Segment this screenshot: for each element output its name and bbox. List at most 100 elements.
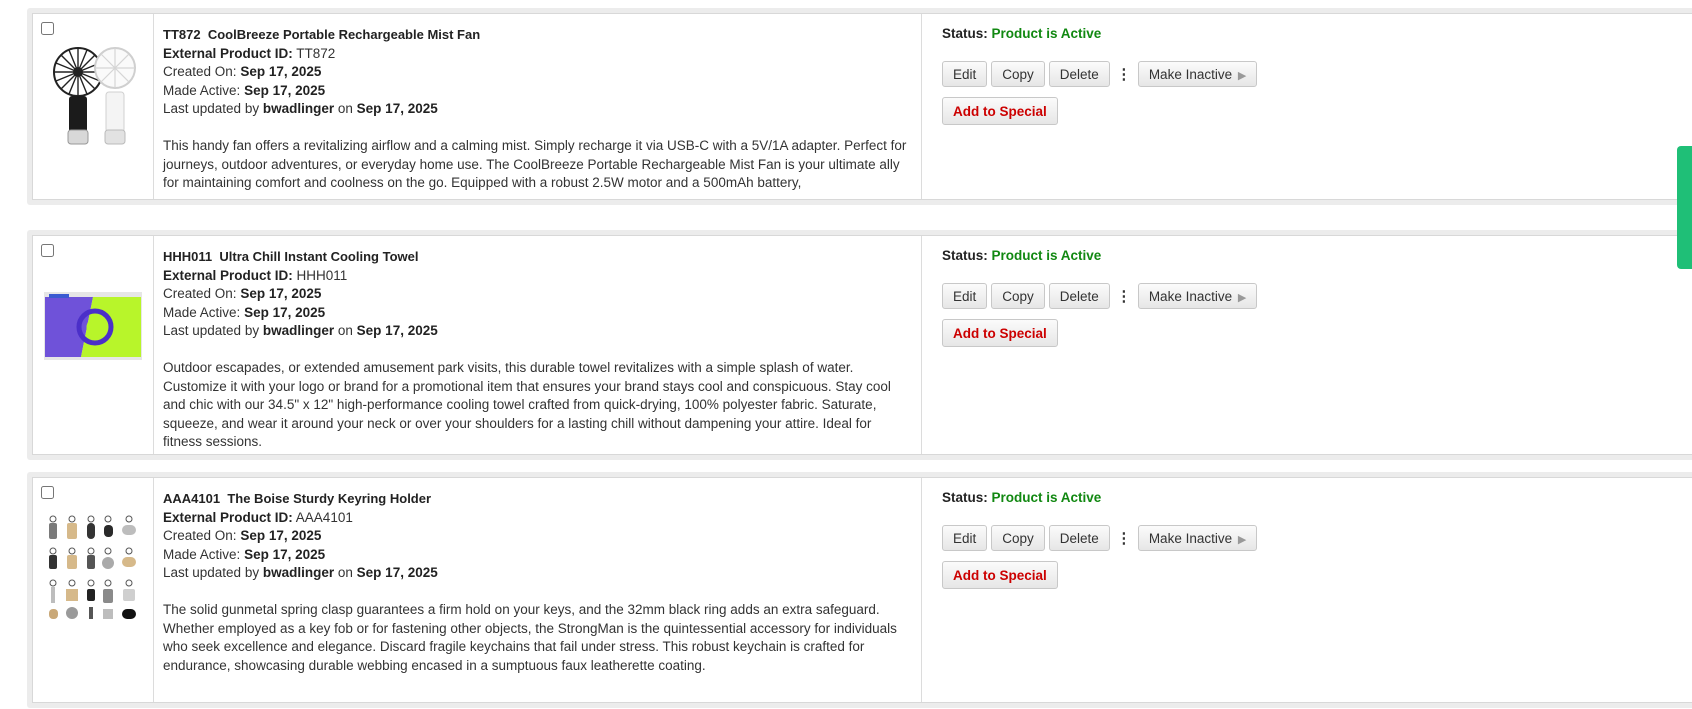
make-inactive-button[interactable]: Make Inactive ▶: [1137, 61, 1258, 87]
product-select-checkbox[interactable]: [41, 22, 54, 35]
external-id-label: External Product ID:: [163, 509, 293, 525]
product-description: The solid gunmetal spring clasp guarante…: [163, 602, 897, 673]
created-label: Created On:: [163, 286, 237, 301]
product-actions-column: Status: Product is Active Edit Copy Dele…: [932, 478, 1692, 702]
last-updated-row: Last updated by bwadlinger on Sep 17, 20…: [163, 100, 911, 119]
product-sku: HHH011: [163, 249, 213, 264]
product-thumbnail-column: [33, 14, 154, 199]
external-id-value: HHH011: [296, 267, 348, 283]
edit-button[interactable]: Edit: [942, 283, 988, 309]
made-active-row: Made Active: Sep 17, 2025: [163, 304, 911, 323]
side-feedback-tab[interactable]: [1677, 146, 1692, 269]
product-card-inner: AAA4101 The Boise Sturdy Keyring Holder …: [32, 477, 1692, 703]
updated-on-word: on: [337, 565, 353, 580]
status-value: Product is Active: [991, 26, 1102, 41]
product-title[interactable]: TT872 CoolBreeze Portable Rechargeable M…: [163, 26, 911, 45]
action-button-row: Edit Copy Delete ⋮ Make Inactive ▶: [942, 60, 1261, 88]
external-id-label: External Product ID:: [163, 45, 293, 61]
product-select-checkbox[interactable]: [41, 244, 54, 257]
made-active-value: Sep 17, 2025: [244, 546, 326, 562]
product-card: HHH011 Ultra Chill Instant Cooling Towel…: [27, 230, 1692, 460]
product-info-column: TT872 CoolBreeze Portable Rechargeable M…: [153, 14, 922, 199]
updated-prefix: Last updated by: [163, 565, 260, 580]
status-value: Product is Active: [991, 490, 1102, 505]
product-actions-column: Status: Product is Active Edit Copy Dele…: [932, 236, 1692, 454]
edit-button[interactable]: Edit: [942, 61, 988, 87]
product-name: CoolBreeze Portable Rechargeable Mist Fa…: [207, 27, 481, 42]
play-arrow-icon: ▶: [1237, 292, 1247, 304]
copy-button[interactable]: Copy: [991, 525, 1045, 551]
make-inactive-button[interactable]: Make Inactive ▶: [1137, 283, 1258, 309]
external-id-value: TT872: [296, 45, 336, 61]
make-inactive-label: Make Inactive: [1148, 531, 1233, 546]
more-options-icon[interactable]: ⋮: [1114, 65, 1134, 83]
made-active-row: Made Active: Sep 17, 2025: [163, 82, 911, 101]
mist-fan-image: [53, 47, 136, 145]
product-title[interactable]: HHH011 Ultra Chill Instant Cooling Towel: [163, 248, 911, 267]
copy-button[interactable]: Copy: [991, 61, 1045, 87]
created-value: Sep 17, 2025: [240, 528, 322, 543]
play-arrow-icon: ▶: [1237, 534, 1247, 546]
updated-on: Sep 17, 2025: [356, 323, 438, 338]
delete-button[interactable]: Delete: [1048, 525, 1110, 551]
updated-on-word: on: [337, 323, 353, 338]
product-description: Outdoor escapades, or extended amusement…: [163, 360, 891, 449]
keyring-holders-image: [49, 515, 136, 619]
status-row: Status: Product is Active: [942, 490, 1101, 505]
created-value: Sep 17, 2025: [240, 286, 322, 301]
product-name: The Boise Sturdy Keyring Holder: [227, 491, 432, 506]
action-button-row: Edit Copy Delete ⋮ Make Inactive ▶: [942, 282, 1261, 310]
add-to-special-button[interactable]: Add to Special: [942, 319, 1058, 347]
external-id-value: AAA4101: [295, 509, 353, 525]
product-card: TT872 CoolBreeze Portable Rechargeable M…: [27, 8, 1692, 205]
product-sku: TT872: [163, 27, 201, 42]
updated-by: bwadlinger: [262, 101, 335, 116]
add-to-special-button[interactable]: Add to Special: [942, 561, 1058, 589]
external-id-row: External Product ID: TT872: [163, 45, 911, 64]
created-label: Created On:: [163, 528, 237, 543]
product-description: This handy fan offers a revitalizing air…: [163, 138, 907, 190]
delete-button[interactable]: Delete: [1048, 283, 1110, 309]
updated-prefix: Last updated by: [163, 101, 260, 116]
status-label: Status:: [942, 248, 988, 263]
updated-on: Sep 17, 2025: [356, 101, 438, 116]
product-name: Ultra Chill Instant Cooling Towel: [219, 249, 419, 264]
external-id-label: External Product ID:: [163, 267, 293, 283]
created-value: Sep 17, 2025: [240, 64, 322, 79]
status-label: Status:: [942, 26, 988, 41]
made-active-label: Made Active:: [163, 546, 241, 562]
last-updated-row: Last updated by bwadlinger on Sep 17, 20…: [163, 322, 911, 341]
made-active-label: Made Active:: [163, 304, 241, 320]
product-thumbnail-column: [33, 236, 154, 454]
more-options-icon[interactable]: ⋮: [1114, 529, 1134, 547]
last-updated-row: Last updated by bwadlinger on Sep 17, 20…: [163, 564, 911, 583]
play-arrow-icon: ▶: [1237, 70, 1247, 82]
more-options-icon[interactable]: ⋮: [1114, 287, 1134, 305]
product-thumbnail-column: [33, 478, 154, 702]
created-row: Created On: Sep 17, 2025: [163, 285, 911, 304]
external-id-row: External Product ID: AAA4101: [163, 509, 911, 528]
product-actions-column: Status: Product is Active Edit Copy Dele…: [932, 14, 1692, 199]
make-inactive-button[interactable]: Make Inactive ▶: [1137, 525, 1258, 551]
status-row: Status: Product is Active: [942, 248, 1101, 263]
created-row: Created On: Sep 17, 2025: [163, 63, 911, 82]
updated-by: bwadlinger: [262, 323, 335, 338]
edit-button[interactable]: Edit: [942, 525, 988, 551]
status-value: Product is Active: [991, 248, 1102, 263]
external-id-row: External Product ID: HHH011: [163, 267, 911, 286]
created-row: Created On: Sep 17, 2025: [163, 527, 911, 546]
delete-button[interactable]: Delete: [1048, 61, 1110, 87]
created-label: Created On:: [163, 64, 237, 79]
product-select-checkbox[interactable]: [41, 486, 54, 499]
make-inactive-label: Make Inactive: [1148, 289, 1233, 304]
product-card: AAA4101 The Boise Sturdy Keyring Holder …: [27, 472, 1692, 708]
product-info-column: HHH011 Ultra Chill Instant Cooling Towel…: [153, 236, 922, 454]
made-active-value: Sep 17, 2025: [244, 304, 326, 320]
product-card-inner: TT872 CoolBreeze Portable Rechargeable M…: [32, 13, 1692, 200]
made-active-label: Made Active:: [163, 82, 241, 98]
product-sku: AAA4101: [163, 491, 221, 506]
product-title[interactable]: AAA4101 The Boise Sturdy Keyring Holder: [163, 490, 911, 509]
add-to-special-button[interactable]: Add to Special: [942, 97, 1058, 125]
action-button-row: Edit Copy Delete ⋮ Make Inactive ▶: [942, 524, 1261, 552]
copy-button[interactable]: Copy: [991, 283, 1045, 309]
